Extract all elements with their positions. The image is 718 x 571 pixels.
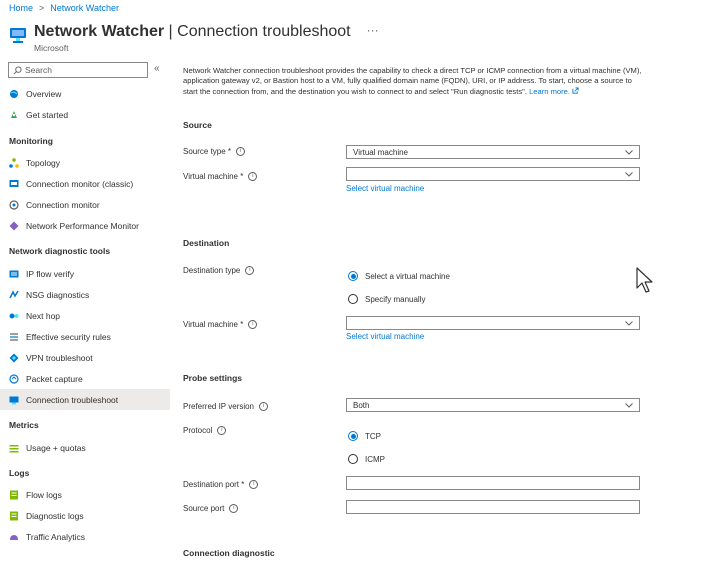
mouse-cursor-icon bbox=[636, 267, 653, 293]
destination-select-vm-link[interactable]: Select virtual machine bbox=[346, 332, 424, 341]
ip-flow-icon bbox=[9, 270, 19, 277]
sidebar-item-flow-logs[interactable]: Flow logs bbox=[0, 484, 170, 505]
chevron-down-icon bbox=[625, 171, 633, 177]
connection-troubleshoot-icon bbox=[9, 396, 19, 404]
packet-capture-icon bbox=[9, 373, 19, 384]
info-icon: i bbox=[259, 402, 268, 411]
intro-text: Network Watcher connection troubleshoot … bbox=[183, 66, 642, 96]
vpn-icon bbox=[9, 353, 19, 362]
radio-unselected-icon bbox=[348, 294, 358, 304]
sidebar-item-effective-security-rules[interactable]: Effective security rules bbox=[0, 326, 170, 347]
info-icon: i bbox=[249, 480, 259, 489]
learn-more-link[interactable]: Learn more. bbox=[529, 87, 570, 96]
sidebar-item-next-hop[interactable]: Next hop bbox=[0, 305, 170, 326]
performance-monitor-icon bbox=[9, 221, 19, 230]
sidebar-item-vpn-troubleshoot[interactable]: VPN troubleshoot bbox=[0, 347, 170, 368]
radio-icmp[interactable]: ICMP bbox=[348, 454, 385, 464]
breadcrumb-separator: > bbox=[39, 3, 45, 13]
info-icon: i bbox=[248, 172, 258, 181]
flow-logs-icon bbox=[10, 490, 18, 499]
sidebar-item-topology[interactable]: Topology bbox=[0, 152, 170, 173]
radio-tcp[interactable]: TCP bbox=[348, 431, 381, 441]
traffic-analytics-icon bbox=[10, 534, 18, 540]
source-select-vm-link[interactable]: Select virtual machine bbox=[346, 184, 424, 193]
source-vm-dropdown[interactable] bbox=[346, 167, 640, 181]
search-input[interactable]: Search bbox=[8, 62, 148, 78]
page-subtitle: Microsoft bbox=[34, 43, 69, 53]
sidebar-header-monitoring: Monitoring bbox=[9, 136, 53, 146]
radio-selected-icon bbox=[348, 431, 358, 441]
page-header: Network Watcher | Connection troubleshoo… bbox=[9, 22, 379, 53]
info-icon: i bbox=[217, 426, 227, 435]
sidebar-item-connection-monitor-classic[interactable]: Connection monitor (classic) bbox=[0, 173, 170, 194]
destination-vm-label: Virtual machine * i bbox=[183, 320, 258, 329]
collapse-sidebar-button[interactable]: « bbox=[154, 63, 160, 74]
breadcrumb-home[interactable]: Home bbox=[9, 3, 33, 13]
preferred-ip-dropdown[interactable]: Both bbox=[346, 398, 640, 412]
sidebar-item-packet-capture[interactable]: Packet capture bbox=[0, 368, 170, 389]
breadcrumb: Home > Network Watcher bbox=[9, 3, 119, 13]
destination-vm-dropdown[interactable] bbox=[346, 316, 640, 330]
info-icon: i bbox=[236, 147, 246, 156]
external-link-icon bbox=[572, 87, 579, 94]
search-icon bbox=[13, 65, 22, 74]
radio-unselected-icon bbox=[348, 454, 358, 464]
radio-select-vm[interactable]: Select a virtual machine bbox=[348, 271, 450, 281]
sidebar-item-diagnostic-logs[interactable]: Diagnostic logs bbox=[0, 505, 170, 526]
source-vm-label: Virtual machine * i bbox=[183, 172, 258, 181]
sidebar-header-network-diagnostic-tools: Network diagnostic tools bbox=[9, 246, 111, 256]
breadcrumb-network-watcher[interactable]: Network Watcher bbox=[50, 3, 119, 13]
source-header: Source bbox=[183, 120, 212, 130]
sidebar-item-connection-monitor[interactable]: Connection monitor bbox=[0, 194, 170, 215]
quotas-icon bbox=[9, 444, 19, 452]
monitor-icon bbox=[9, 179, 19, 187]
connection-diagnostic-header: Connection diagnostic bbox=[183, 548, 275, 558]
globe-icon bbox=[10, 89, 18, 98]
chevron-down-icon bbox=[625, 149, 633, 155]
sidebar-item-nsg-diagnostics[interactable]: NSG diagnostics bbox=[0, 284, 170, 305]
sidebar-item-connection-troubleshoot[interactable]: Connection troubleshoot bbox=[0, 389, 170, 410]
connection-monitor-icon bbox=[9, 199, 19, 210]
probe-settings-header: Probe settings bbox=[183, 373, 243, 383]
radio-specify-manually[interactable]: Specify manually bbox=[348, 294, 425, 304]
chevron-down-icon bbox=[625, 402, 633, 408]
sidebar-item-traffic-analytics[interactable]: Traffic Analytics bbox=[0, 526, 170, 547]
source-port-label: Source port i bbox=[183, 504, 239, 513]
security-rules-icon bbox=[10, 332, 18, 341]
source-type-dropdown[interactable]: Virtual machine bbox=[346, 145, 640, 159]
rocket-icon bbox=[11, 110, 17, 118]
sidebar-item-get-started[interactable]: Get started bbox=[0, 104, 170, 125]
sidebar-header-logs: Logs bbox=[9, 468, 30, 478]
sidebar-item-overview[interactable]: Overview bbox=[0, 83, 170, 104]
sidebar-item-ip-flow-verify[interactable]: IP flow verify bbox=[0, 263, 170, 284]
page-title: Network Watcher | Connection troubleshoo… bbox=[34, 23, 351, 40]
sidebar-item-usage-quotas[interactable]: Usage + quotas bbox=[0, 437, 170, 458]
info-icon: i bbox=[229, 504, 239, 513]
sidebar-item-network-performance-monitor[interactable]: Network Performance Monitor bbox=[0, 215, 170, 236]
preferred-ip-label: Preferred IP version i bbox=[183, 402, 268, 411]
search-placeholder: Search bbox=[25, 65, 52, 75]
next-hop-icon bbox=[9, 313, 19, 318]
more-options-button[interactable]: ··· bbox=[367, 22, 379, 38]
source-port-input[interactable] bbox=[346, 500, 640, 514]
chevron-down-icon bbox=[625, 320, 633, 326]
destination-type-label: Destination type i bbox=[183, 266, 255, 275]
diagnostic-logs-icon bbox=[10, 511, 18, 520]
protocol-label: Protocol i bbox=[183, 426, 227, 435]
destination-header: Destination bbox=[183, 238, 230, 248]
topology-icon bbox=[9, 157, 19, 168]
sidebar-header-metrics: Metrics bbox=[9, 420, 39, 430]
destination-port-input[interactable] bbox=[346, 476, 640, 490]
source-type-label: Source type * i bbox=[183, 147, 246, 156]
info-icon: i bbox=[245, 266, 255, 275]
network-watcher-icon bbox=[10, 28, 26, 43]
nsg-icon bbox=[9, 289, 19, 298]
info-icon: i bbox=[248, 320, 258, 329]
destination-port-label: Destination port * i bbox=[183, 480, 259, 489]
radio-selected-icon bbox=[348, 271, 358, 281]
